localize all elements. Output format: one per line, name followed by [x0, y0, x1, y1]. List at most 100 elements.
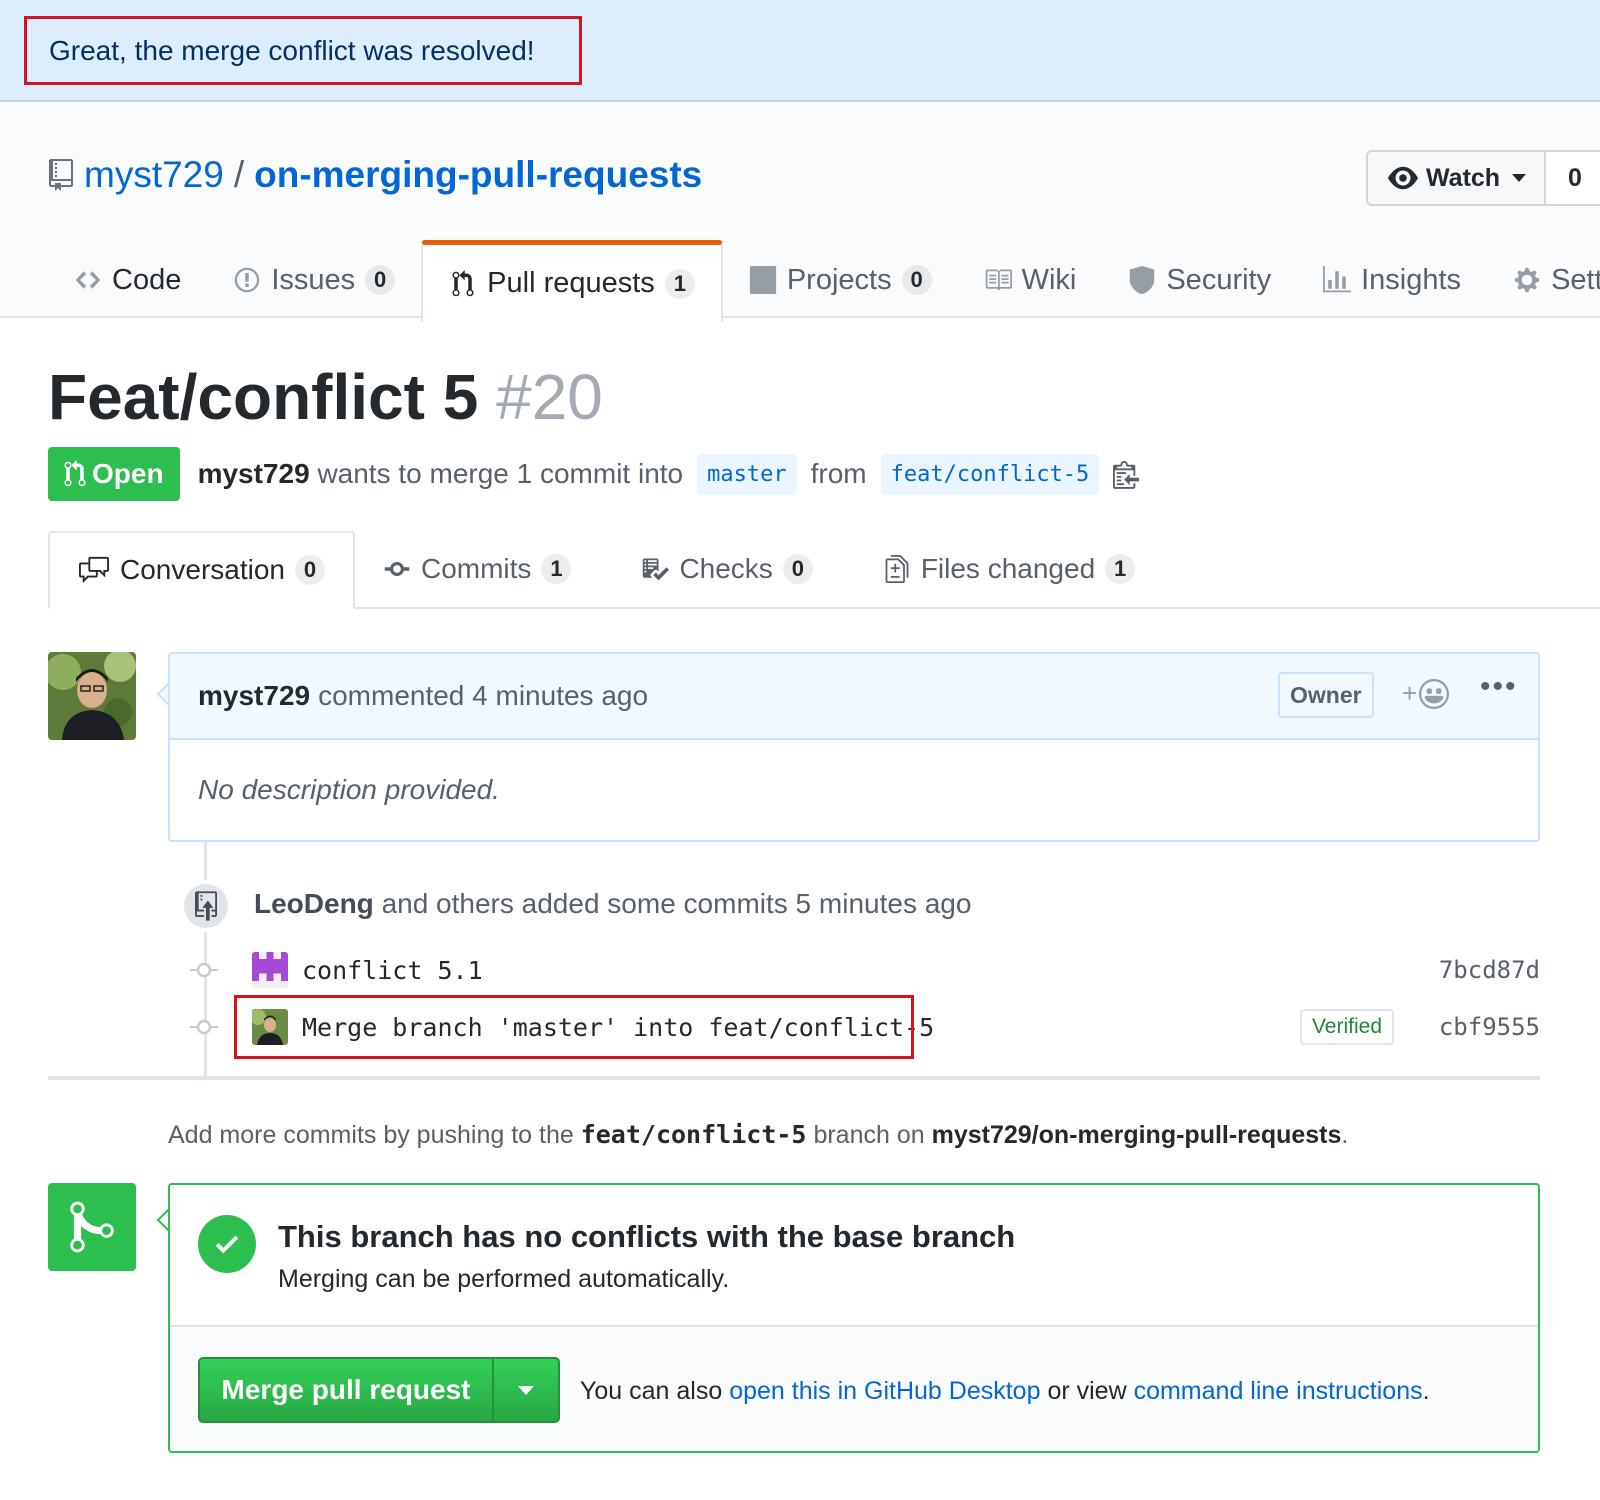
repo-name-link[interactable]: on-merging-pull-requests	[254, 154, 702, 196]
merge-pull-request-button[interactable]: Merge pull request	[198, 1357, 494, 1423]
watch-button[interactable]: Watch	[1366, 150, 1546, 206]
checklist-icon	[643, 558, 670, 581]
repo-push-icon	[195, 891, 217, 921]
merge-actions: Merge pull request You can also open thi…	[170, 1327, 1538, 1451]
avatar[interactable]	[252, 952, 288, 988]
watch-count[interactable]: 0	[1544, 150, 1600, 206]
tab-label: Projects	[786, 263, 892, 296]
list-item: conflict 5.1 7bcd87d	[190, 946, 1540, 994]
merge-status: This branch has no conflicts with the ba…	[170, 1185, 1538, 1327]
highlight-box	[234, 995, 914, 1059]
push-text: branch on	[813, 1121, 925, 1149]
status-label: Open	[92, 458, 164, 489]
owner-badge: Owner	[1278, 672, 1374, 718]
add-reaction-button[interactable]: +	[1402, 678, 1450, 709]
tab-settings[interactable]: Settin	[1487, 240, 1600, 320]
flash-message: Great, the merge conflict was resolved!	[24, 16, 582, 85]
watch-label: Watch	[1426, 163, 1501, 192]
repo-icon	[49, 159, 73, 191]
also-text: You can also	[580, 1377, 723, 1405]
diff-icon	[885, 555, 909, 583]
merge-status-title: This branch has no conflicts with the ba…	[278, 1219, 1016, 1254]
avatar-image	[48, 652, 136, 740]
merge-box: This branch has no conflicts with the ba…	[168, 1183, 1540, 1453]
repo-title: myst729 / on-merging-pull-requests	[48, 154, 702, 196]
project-icon	[749, 266, 776, 294]
github-desktop-link[interactable]: open this in GitHub Desktop	[729, 1377, 1040, 1405]
tab-security[interactable]: Security	[1102, 240, 1297, 320]
tab-code[interactable]: Code	[0, 240, 207, 320]
commit-sha[interactable]: 7bcd87d	[1439, 956, 1540, 984]
push-branch: feat/conflict-5	[580, 1120, 807, 1149]
git-commit-icon	[384, 562, 410, 576]
head-branch[interactable]: feat/conflict-5	[880, 453, 1100, 495]
tab-insights[interactable]: Insights	[1297, 240, 1487, 320]
verified-badge[interactable]: Verified	[1299, 1009, 1394, 1045]
tab-files-changed[interactable]: Files changed 1	[841, 531, 1163, 607]
book-icon	[985, 269, 1012, 291]
more-options-icon[interactable]: •••	[1480, 670, 1518, 704]
checks-count: 0	[782, 554, 813, 584]
push-repo: myst729/on-merging-pull-requests	[931, 1121, 1342, 1149]
tab-checks[interactable]: Checks 0	[599, 531, 840, 607]
chevron-down-icon	[1512, 174, 1527, 182]
comment-discussion-icon	[79, 556, 109, 584]
conversation-count: 0	[294, 555, 325, 585]
merge-text: wants to merge 1 commit into	[317, 458, 684, 489]
git-commit-icon	[190, 962, 218, 978]
tab-wiki[interactable]: Wiki	[958, 240, 1103, 320]
merge-status-badge	[48, 1183, 136, 1271]
issue-icon	[235, 267, 260, 293]
chevron-down-icon	[518, 1385, 534, 1395]
repo-nav: Code Issues 0 Pull requests 1 Projects 0…	[0, 238, 1600, 322]
git-merge-icon	[70, 1201, 114, 1253]
eye-icon	[1388, 166, 1418, 190]
page-title: Feat/conflict 5 #20	[48, 360, 603, 434]
files-changed-count: 1	[1105, 554, 1136, 584]
clippy-icon[interactable]	[1113, 458, 1140, 490]
tab-projects[interactable]: Projects 0	[723, 240, 958, 320]
tab-conversation[interactable]: Conversation 0	[48, 531, 355, 609]
pr-author-link[interactable]: myst729	[198, 458, 310, 489]
command-line-instructions-link[interactable]: command line instructions	[1134, 1377, 1423, 1405]
merge-text-from: from	[810, 458, 867, 489]
pull-request-icon	[452, 269, 474, 296]
merge-status-subtitle: Merging can be performed automatically.	[278, 1265, 730, 1293]
tab-commits[interactable]: Commits 1	[355, 531, 599, 607]
base-branch[interactable]: master	[697, 453, 797, 495]
pr-number: #20	[496, 361, 603, 433]
code-icon	[75, 271, 101, 289]
avatar[interactable]	[48, 652, 136, 740]
tab-label: Wiki	[1021, 263, 1077, 296]
check-icon	[198, 1215, 256, 1273]
flash-banner: Great, the merge conflict was resolved!	[0, 0, 1600, 102]
tab-issues[interactable]: Issues 0	[207, 240, 421, 320]
pr-meta: Open myst729 wants to merge 1 commit int…	[48, 447, 1140, 501]
comment: myst729 commented 4 minutes ago Owner + …	[168, 652, 1540, 842]
pr-title: Feat/conflict 5	[48, 361, 479, 433]
tab-label: Settin	[1551, 263, 1600, 296]
merge-alternatives: You can also open this in GitHub Desktop…	[580, 1377, 1430, 1406]
projects-count: 0	[901, 265, 932, 295]
tab-label: Code	[112, 263, 182, 296]
tab-label: Files changed	[920, 553, 1096, 584]
repo-header: myst729 / on-merging-pull-requests Watch…	[0, 102, 1600, 322]
tab-label: Insights	[1361, 263, 1462, 296]
tab-pull-requests[interactable]: Pull requests 1	[421, 240, 723, 322]
commits-author[interactable]: LeoDeng	[254, 888, 374, 919]
repo-owner-link[interactable]: myst729	[84, 154, 224, 196]
commit-message[interactable]: conflict 5.1	[302, 956, 483, 985]
commits-summary: LeoDeng and others added some commits 5 …	[254, 888, 971, 920]
also-text: .	[1422, 1377, 1430, 1405]
git-commit-icon	[190, 1019, 218, 1035]
commits-summary-text: and others added some commits 5 minutes …	[381, 888, 972, 919]
issues-count: 0	[365, 265, 396, 295]
commit-sha[interactable]: cbf9555	[1439, 1013, 1540, 1041]
merge-method-dropdown[interactable]	[492, 1357, 560, 1423]
comment-timestamp[interactable]: commented 4 minutes ago	[318, 680, 648, 712]
tab-label: Security	[1166, 263, 1272, 296]
pr-tabs: Conversation 0 Commits 1 Checks 0 Files …	[48, 531, 1600, 609]
status-badge: Open	[48, 447, 180, 501]
also-text: or view	[1047, 1377, 1127, 1405]
comment-author[interactable]: myst729	[198, 680, 310, 712]
